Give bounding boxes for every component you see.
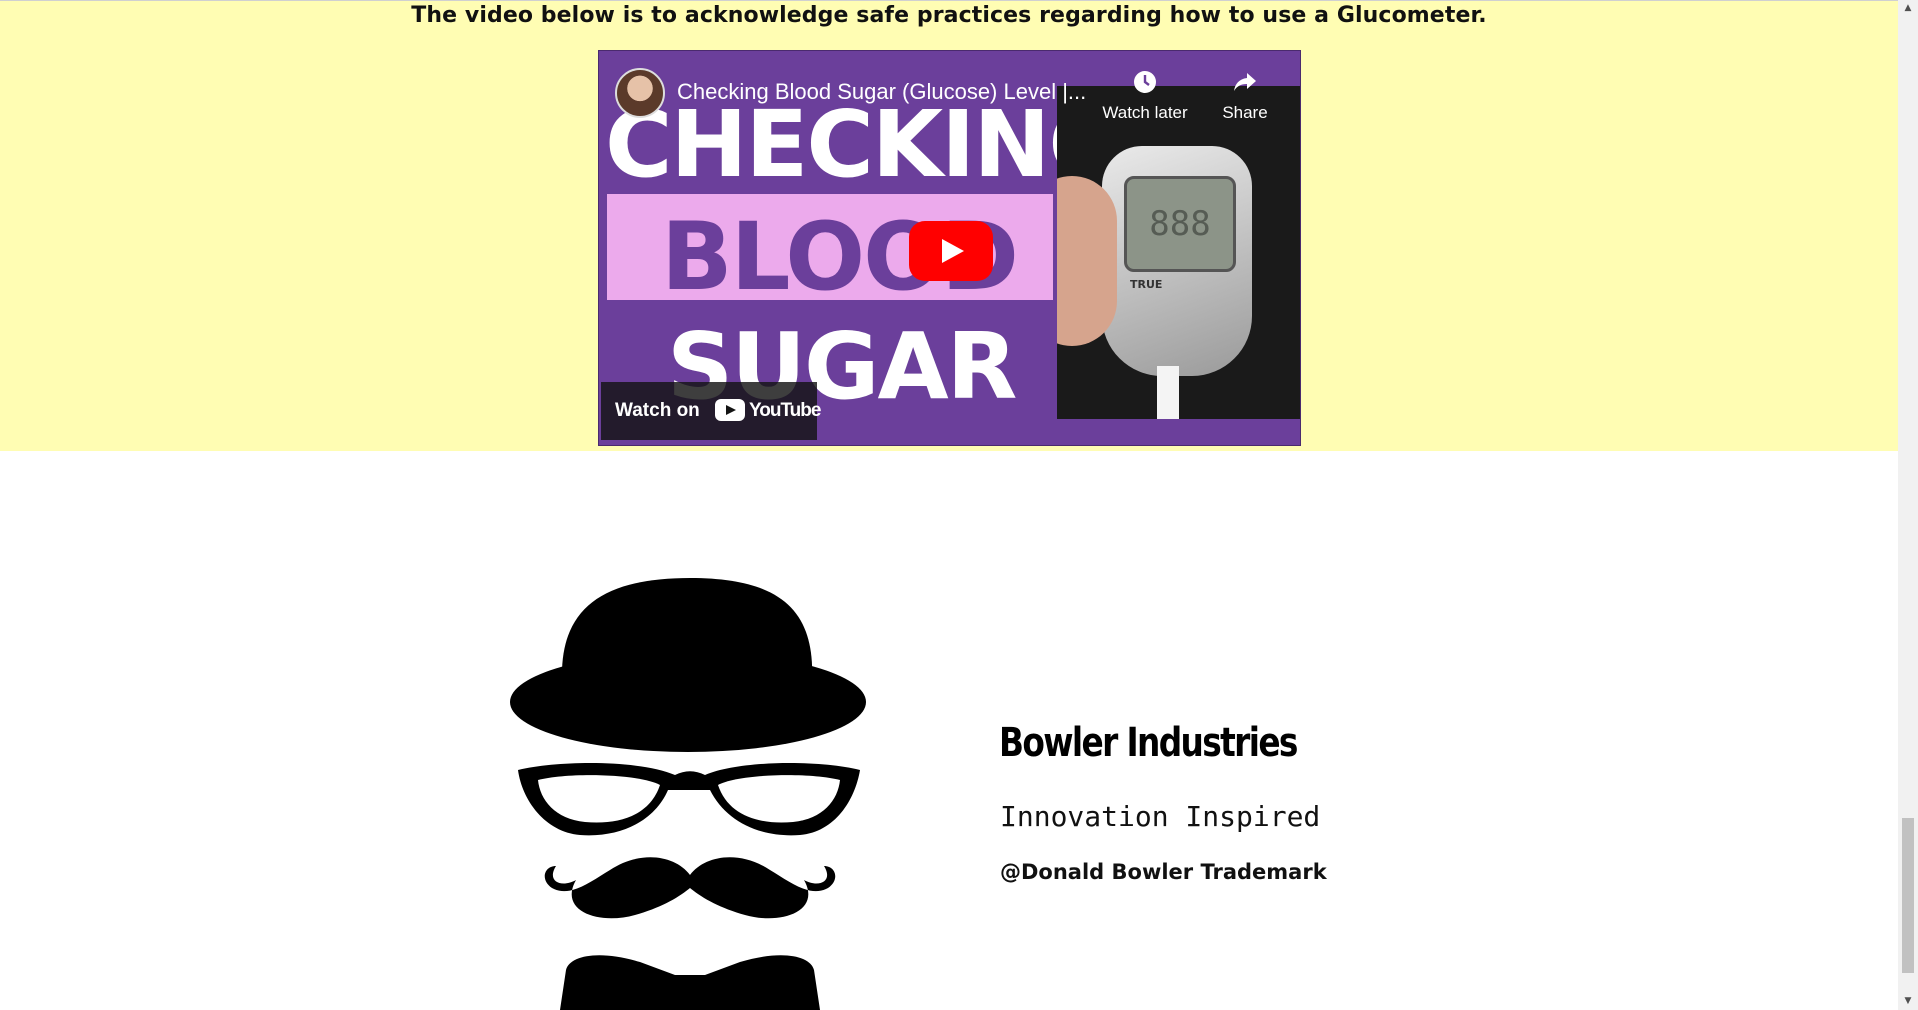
glucometer-photo: 888 TRUE	[1057, 86, 1300, 419]
glucometer-device: 888 TRUE	[1102, 146, 1252, 376]
video-section: The video below is to acknowledge safe p…	[0, 1, 1898, 451]
scrollbar-thumb[interactable]	[1902, 818, 1914, 973]
share-arrow-icon	[1195, 69, 1295, 103]
youtube-embed[interactable]: CHECKING BLOOD SUGAR 888 TRUE Checking B…	[598, 50, 1301, 446]
watch-on-label: Watch on	[615, 400, 700, 421]
brand-name: Bowler Industries	[999, 720, 1298, 766]
video-title-link[interactable]: Checking Blood Sugar (Glucose) Level |..…	[677, 79, 1086, 105]
trademark-text: @Donald Bowler Trademark	[1000, 860, 1327, 884]
test-strip	[1157, 366, 1179, 419]
hand-image	[1057, 176, 1117, 346]
thumbnail-word-checking: CHECKING	[605, 91, 1124, 198]
play-icon[interactable]	[909, 221, 993, 281]
vertical-scrollbar[interactable]: ▲ ▼	[1898, 0, 1918, 1010]
youtube-wordmark: YouTube	[749, 400, 821, 421]
youtube-logo-icon	[715, 399, 745, 421]
video-intro-text: The video below is to acknowledge safe p…	[411, 3, 1487, 28]
channel-avatar[interactable]	[615, 68, 665, 118]
watch-on-youtube-link[interactable]: Watch on YouTube	[601, 382, 821, 440]
share-label: Share	[1222, 103, 1268, 122]
scroll-down-icon[interactable]: ▼	[1898, 993, 1918, 1010]
glucometer-brand: TRUE	[1130, 278, 1163, 291]
clock-icon	[1095, 69, 1195, 103]
glucometer-display: 888	[1124, 176, 1236, 272]
watch-later-label: Watch later	[1102, 103, 1188, 122]
share-button[interactable]: Share	[1195, 69, 1295, 123]
brand-tagline: Innovation Inspired	[1000, 800, 1321, 833]
page: The video below is to acknowledge safe p…	[0, 0, 1898, 1010]
bowler-hat-logo-icon	[510, 578, 866, 1010]
scroll-up-icon[interactable]: ▲	[1898, 0, 1918, 17]
watch-later-button[interactable]: Watch later	[1095, 69, 1195, 123]
